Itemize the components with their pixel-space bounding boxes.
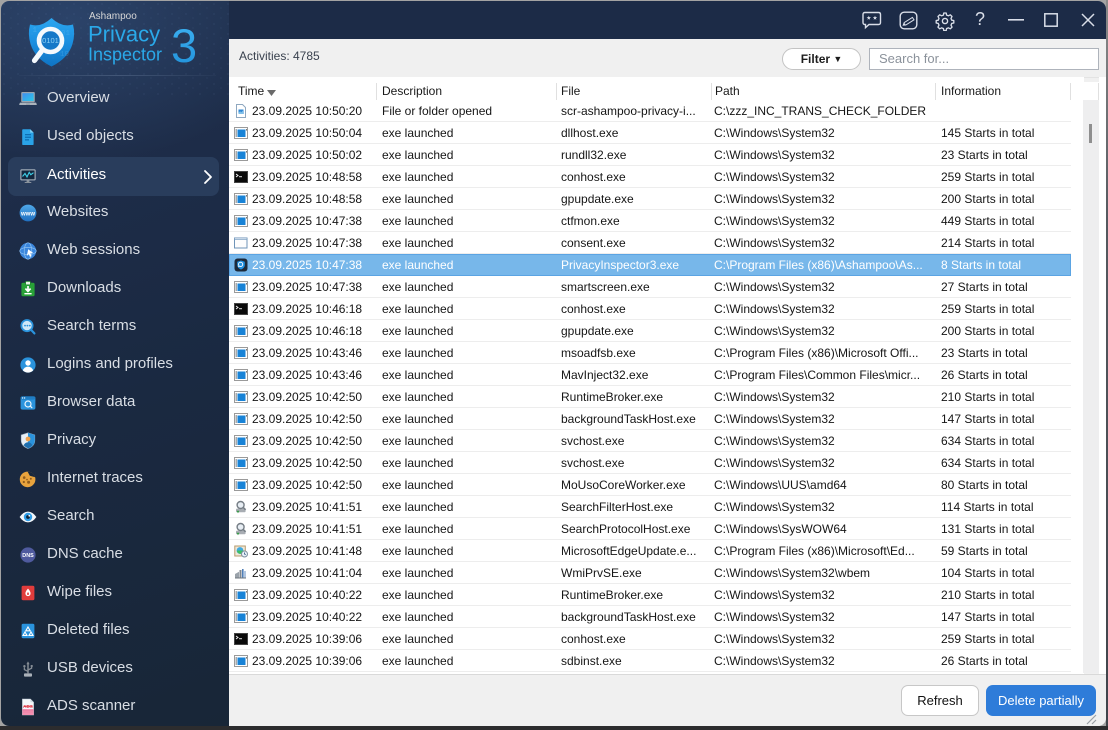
- svg-text:www: www: [20, 212, 35, 218]
- svg-text:DNS: DNS: [22, 553, 34, 559]
